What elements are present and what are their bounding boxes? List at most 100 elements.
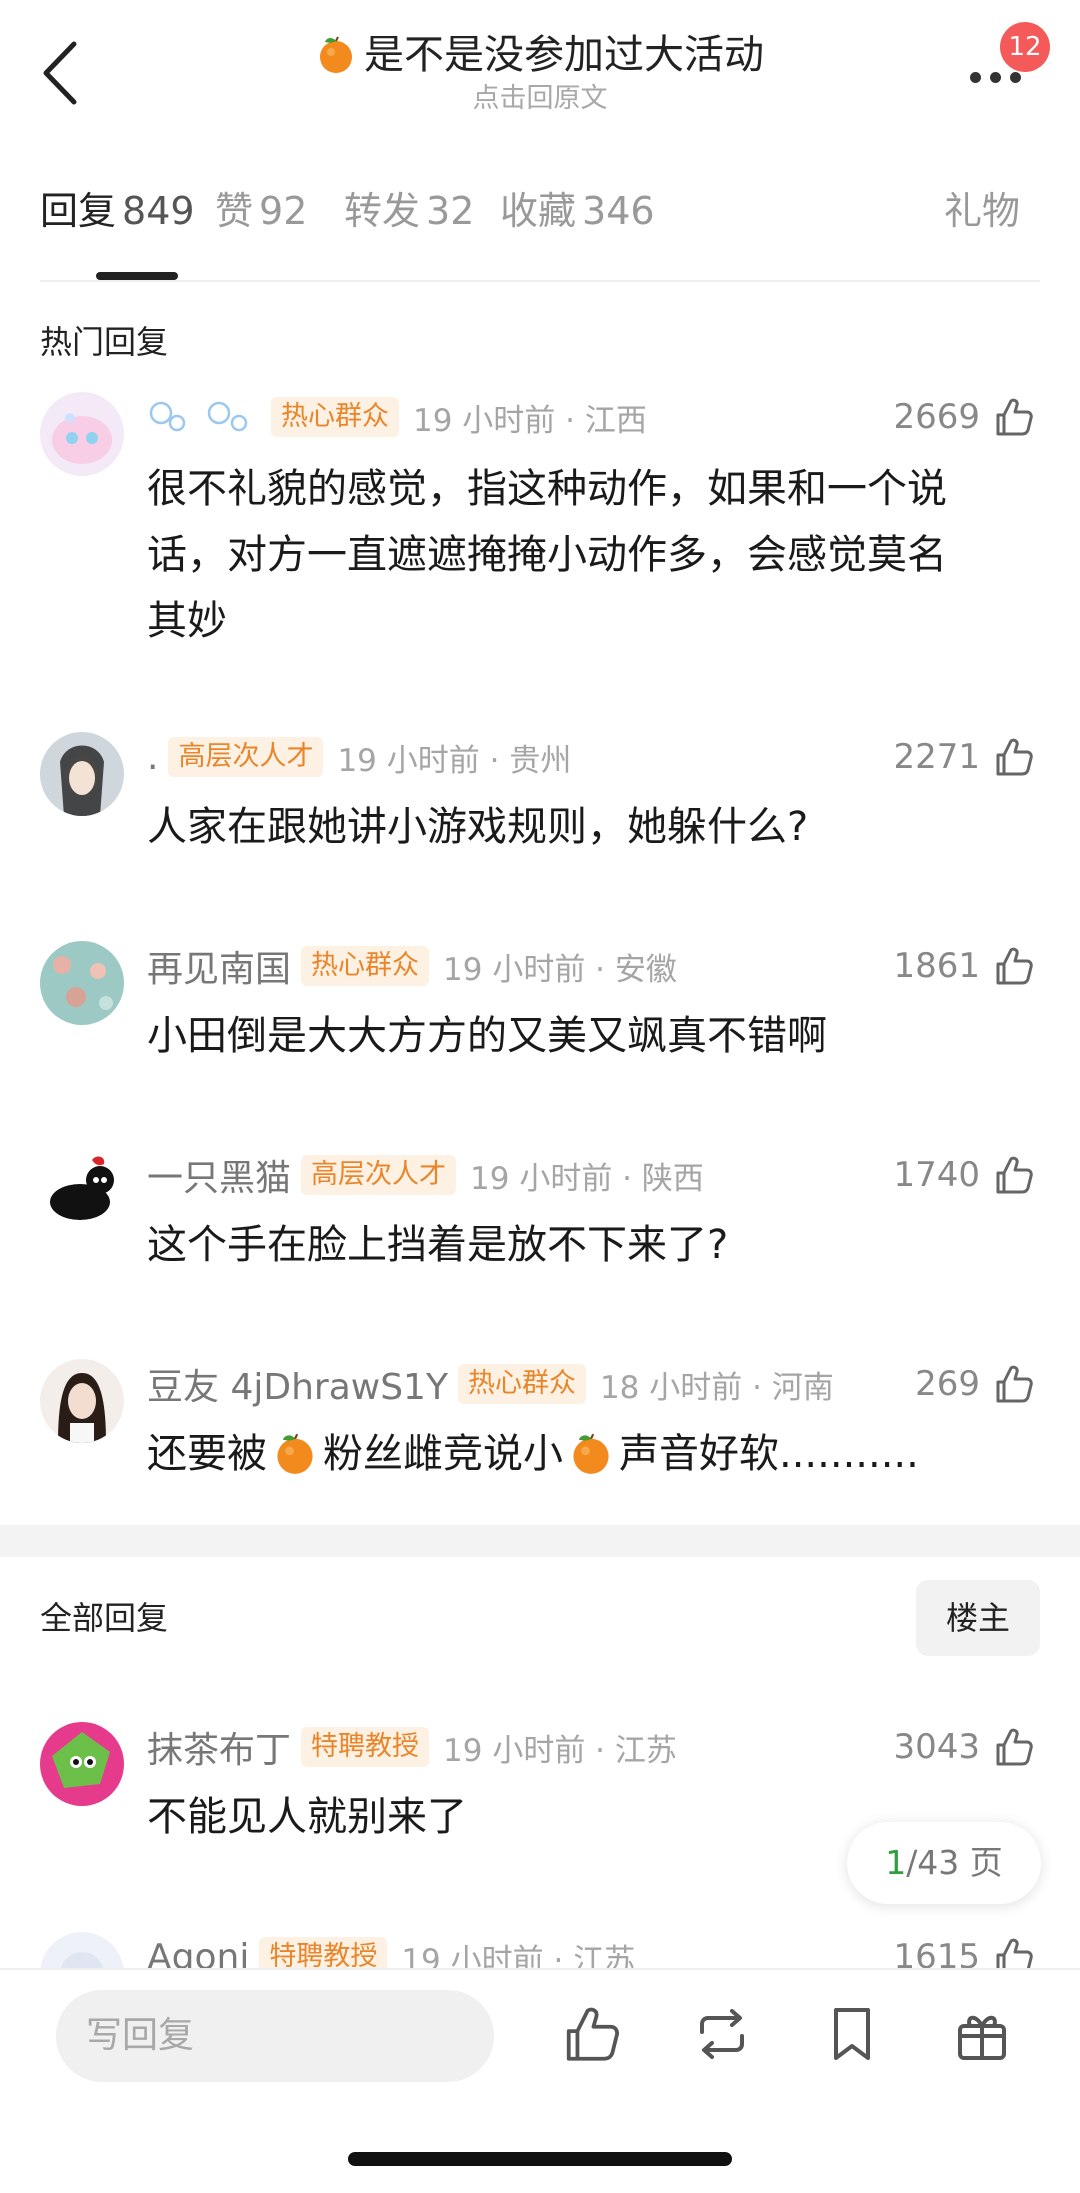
tab-gifts[interactable]: 礼物 [944, 186, 1020, 236]
avatar[interactable] [40, 1722, 124, 1806]
username-bubbles [149, 401, 248, 432]
divider [40, 280, 1040, 282]
user-badge: 热心群众 [301, 946, 430, 986]
comment-time: 19 小时前 · 江西 [413, 402, 647, 439]
like-count: 1861 [893, 946, 980, 986]
tab-label: 礼物 [944, 189, 1021, 233]
avatar[interactable] [40, 1359, 124, 1443]
like-post-button[interactable] [560, 2002, 624, 2066]
comment-time: 19 小时前 · 陕西 [470, 1160, 704, 1197]
tab-reposts[interactable]: 转发 32 [344, 186, 474, 236]
comment-meta: . 高层次人才 19 小时前 · 贵州 [147, 732, 571, 782]
post-title-block[interactable]: 是不是没参加过大活动 点击回原文 [0, 28, 1080, 116]
user-badge: 热心群众 [271, 397, 399, 437]
orange-emoji-icon [273, 1431, 317, 1475]
avatar[interactable] [40, 1150, 124, 1234]
like-count: 2271 [893, 737, 980, 777]
total-pages: /43 页 [906, 1843, 1003, 1882]
tab-likes[interactable]: 赞 92 [215, 186, 307, 236]
tab-active-indicator [96, 272, 178, 280]
comment-meta: 豆友 4jDhrawS1Y 热心群众 18 小时前 · 河南 [147, 1359, 834, 1409]
comment-text: 小田倒是大大方方的又美又飒真不错啊 [147, 1013, 827, 1059]
tab-label: 回复 [40, 189, 117, 233]
reply-input[interactable]: 写回复 [56, 1990, 494, 2082]
user-badge: 高层次人才 [301, 1155, 457, 1195]
header: 是不是没参加过大活动 点击回原文 12 [0, 0, 1080, 150]
comment-text-part: 声音好软........... [619, 1431, 919, 1477]
more-icon [970, 72, 981, 83]
like-count: 2669 [893, 397, 980, 437]
thumb-up-icon [992, 1725, 1036, 1769]
avatar[interactable] [40, 941, 124, 1025]
thumb-up-icon [992, 1153, 1036, 1197]
tab-count: 849 [122, 189, 195, 233]
comment-text-part: 粉丝雌竞说小 [323, 1431, 563, 1477]
comment-text: 还要被 粉丝雌竞说小 声音好软........... [147, 1421, 1037, 1487]
like-count: 1740 [893, 1155, 980, 1195]
username[interactable]: . [147, 737, 158, 778]
repost-icon [700, 2009, 744, 2059]
comment-meta: 一只黑猫 高层次人才 19 小时前 · 陕西 [147, 1150, 704, 1200]
post-title-row: 是不是没参加过大活动 [0, 28, 1080, 82]
username[interactable]: 豆友 4jDhrawS1Y [147, 1358, 448, 1410]
thumb-up-icon [992, 735, 1036, 779]
tab-label: 收藏 [500, 189, 577, 233]
like-button[interactable]: 1740 [893, 1150, 1036, 1200]
tab-label: 赞 [215, 189, 254, 233]
username[interactable]: 抹茶布丁 [147, 1721, 291, 1773]
user-badge: 高层次人才 [168, 737, 324, 777]
host-only-button[interactable]: 楼主 [916, 1580, 1040, 1656]
like-button[interactable]: 2271 [893, 732, 1036, 782]
back-to-original-link[interactable]: 点击回原文 [0, 82, 1080, 116]
like-button[interactable]: 269 [915, 1359, 1036, 1409]
tab-replies[interactable]: 回复 849 [40, 186, 195, 236]
avatar[interactable] [40, 732, 124, 816]
like-button[interactable]: 2669 [893, 392, 1036, 442]
comment-meta: 再见南国 热心群众 19 小时前 · 安徽 [147, 941, 677, 991]
hot-replies-heading: 热门回复 [40, 323, 169, 361]
comment-line: 话，对方一直遮遮掩掩小动作多，会感觉莫名 [147, 532, 947, 578]
more-icon-dot [1010, 72, 1021, 83]
tab-favorites[interactable]: 收藏 346 [500, 186, 655, 236]
username[interactable]: 一只黑猫 [147, 1149, 291, 1201]
user-badge: 特聘教授 [301, 1727, 430, 1767]
username[interactable]: 再见南国 [147, 940, 291, 992]
comment-time: 19 小时前 · 安徽 [443, 951, 677, 988]
section-separator [0, 1525, 1080, 1557]
comment-text: 很不礼貌的感觉，指这种动作，如果和一个说 话，对方一直遮遮掩掩小动作多，会感觉莫… [147, 456, 1037, 654]
avatar[interactable] [40, 392, 124, 476]
like-button[interactable]: 1861 [893, 941, 1036, 991]
gift-icon [958, 2015, 1006, 2060]
thumb-up-icon [992, 1362, 1036, 1406]
like-count: 3043 [893, 1727, 980, 1767]
comment-line: 很不礼貌的感觉，指这种动作，如果和一个说 [147, 466, 947, 512]
user-badge: 热心群众 [457, 1364, 586, 1404]
comment-meta: 热心群众 19 小时前 · 江西 [147, 392, 647, 442]
orange-emoji-icon [316, 34, 356, 74]
home-indicator [348, 2152, 732, 2166]
comment-text-part: 还要被 [147, 1431, 267, 1477]
comment-text: 人家在跟她讲小游戏规则，她躲什么? [147, 804, 809, 850]
comment-meta: 抹茶布丁 特聘教授 19 小时前 · 江苏 [147, 1722, 677, 1772]
bookmark-button[interactable] [820, 2002, 884, 2066]
like-icon [566, 2007, 619, 2061]
thumb-up-icon [992, 944, 1036, 988]
orange-emoji-icon [569, 1431, 613, 1475]
bookmark-icon [834, 2008, 870, 2060]
comment-time: 19 小时前 · 江苏 [443, 1732, 677, 1769]
gift-button[interactable] [950, 2002, 1014, 2066]
all-replies-heading: 全部回复 [40, 1599, 169, 1637]
like-button[interactable]: 3043 [893, 1722, 1036, 1772]
comment-line: 其妙 [147, 598, 227, 644]
tab-count: 32 [426, 189, 475, 233]
tab-label: 转发 [344, 189, 421, 233]
current-page: 1 [885, 1843, 907, 1882]
page-indicator[interactable]: 1/43 页 [847, 1822, 1041, 1904]
comment-time: 19 小时前 · 贵州 [337, 742, 572, 779]
notification-badge: 12 [1000, 22, 1050, 72]
more-icon-dot [990, 72, 1001, 83]
repost-button[interactable] [690, 2002, 754, 2066]
comment-text: 这个手在脸上挡着是放不下来了? [147, 1222, 729, 1268]
tab-count: 92 [259, 189, 308, 233]
tab-count: 346 [582, 189, 655, 233]
